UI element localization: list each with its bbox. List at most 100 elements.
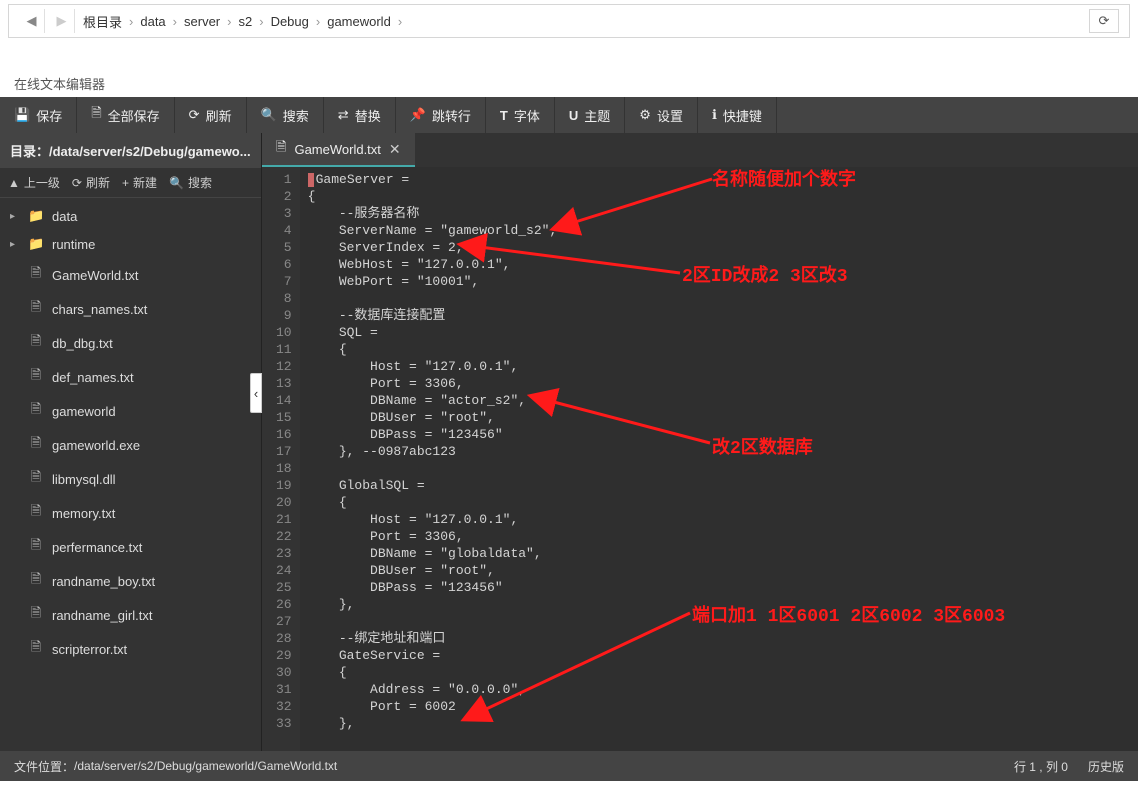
code-line[interactable]: }, <box>308 596 1138 613</box>
code-line[interactable]: ServerIndex = 2, <box>308 239 1138 256</box>
spacer <box>0 38 1138 66</box>
code-line[interactable]: { <box>308 494 1138 511</box>
item-label: runtime <box>52 237 95 252</box>
statusbar-history[interactable]: 历史版 <box>1088 758 1124 775</box>
up-icon: ▲ <box>8 176 20 190</box>
code-line[interactable]: { <box>308 188 1138 205</box>
file-item[interactable]: 🗎libmysql.dll <box>0 462 261 496</box>
tab-gameworld[interactable]: 🗎 GameWorld.txt ✕ <box>262 133 415 167</box>
code-line[interactable]: DBName = "actor_s2", <box>308 392 1138 409</box>
save-icon: 💾 <box>14 107 30 123</box>
breadcrumb-item[interactable]: data <box>136 14 169 29</box>
save-all-button[interactable]: 🗎全部保存 <box>77 97 174 133</box>
nav-back-button[interactable]: ◀ <box>19 9 45 33</box>
font-button[interactable]: T字体 <box>486 97 555 133</box>
goto-button[interactable]: 📌跳转行 <box>396 97 486 133</box>
page-subtitle: 在线文本编辑器 <box>0 66 1138 97</box>
code-line[interactable]: DBUser = "root", <box>308 562 1138 579</box>
sidebar-collapse-handle[interactable]: ‹ <box>250 373 262 413</box>
nav-fwd-button[interactable]: ▶ <box>49 9 75 33</box>
code-line[interactable]: DBName = "globaldata", <box>308 545 1138 562</box>
code-line[interactable]: WebPort = "10001", <box>308 273 1138 290</box>
editor-area: ‹ 🗎 GameWorld.txt ✕ 12345678910111213141… <box>262 133 1138 751</box>
file-icon: 🗎 <box>28 434 44 456</box>
sidebar-new-button[interactable]: +新建 <box>122 174 157 191</box>
breadcrumb-item[interactable]: 根目录 <box>79 12 126 31</box>
settings-button[interactable]: ⚙设置 <box>625 97 698 133</box>
code-editor[interactable]: 1234567891011121314151617181920212223242… <box>262 167 1138 751</box>
code-line[interactable]: GlobalSQL = <box>308 477 1138 494</box>
code-line[interactable] <box>308 290 1138 307</box>
code-line[interactable]: --服务器名称 <box>308 205 1138 222</box>
chevron-right-icon: › <box>395 14 405 29</box>
code-line[interactable]: DBUser = "root", <box>308 409 1138 426</box>
item-label: gameworld <box>52 404 116 419</box>
file-icon: 🗎 <box>28 264 44 286</box>
sidebar-title: 目录：/data/server/s2/Debug/gamewo... <box>0 133 261 168</box>
code-line[interactable]: }, --0987abc123 <box>308 443 1138 460</box>
breadcrumb-refresh-button[interactable]: ⟳ <box>1089 9 1119 33</box>
code-line[interactable]: { <box>308 664 1138 681</box>
code-line[interactable]: Port = 3306, <box>308 375 1138 392</box>
code-line[interactable]: GateService = <box>308 647 1138 664</box>
file-item[interactable]: 🗎db_dbg.txt <box>0 326 261 360</box>
code-line[interactable]: --数据库连接配置 <box>308 307 1138 324</box>
search-button[interactable]: 🔍搜索 <box>247 97 324 133</box>
save-all-icon: 🗎 <box>91 104 101 126</box>
code-line[interactable]: SQL = <box>308 324 1138 341</box>
line-gutter: 1234567891011121314151617181920212223242… <box>262 167 300 751</box>
code-line[interactable]: Host = "127.0.0.1", <box>308 511 1138 528</box>
item-label: data <box>52 209 77 224</box>
breadcrumb-item[interactable]: Debug <box>267 14 313 29</box>
code-line[interactable]: Address = "0.0.0.0", <box>308 681 1138 698</box>
folder-item[interactable]: ▸📁runtime <box>0 230 261 258</box>
sidebar-up-button[interactable]: ▲上一级 <box>8 174 60 191</box>
theme-button[interactable]: U主题 <box>555 97 625 133</box>
file-item[interactable]: 🗎gameworld.exe <box>0 428 261 462</box>
sidebar-toolbar: ▲上一级 ⟳刷新 +新建 🔍搜索 <box>0 168 261 198</box>
file-item[interactable]: 🗎def_names.txt <box>0 360 261 394</box>
file-item[interactable]: 🗎memory.txt <box>0 496 261 530</box>
code-content[interactable]: GameServer ={ --服务器名称 ServerName = "game… <box>300 167 1138 751</box>
file-item[interactable]: 🗎 randname_girl.txt <box>0 598 261 632</box>
file-item[interactable]: 🗎randname_boy.txt <box>0 564 261 598</box>
code-line[interactable]: DBPass = "123456" <box>308 579 1138 596</box>
close-icon[interactable]: ✕ <box>389 141 401 158</box>
code-line[interactable] <box>308 460 1138 477</box>
code-line[interactable]: Port = 3306, <box>308 528 1138 545</box>
item-label: memory.txt <box>52 506 115 521</box>
gear-icon: ⚙ <box>639 107 651 123</box>
file-item[interactable]: 🗎scripterror.txt <box>0 632 261 666</box>
code-line[interactable]: DBPass = "123456" <box>308 426 1138 443</box>
file-item[interactable]: 🗎GameWorld.txt <box>0 258 261 292</box>
breadcrumb-item[interactable]: gameworld <box>323 14 395 29</box>
code-line[interactable]: --绑定地址和端口 <box>308 630 1138 647</box>
breadcrumb-crumbs: 根目录›data›server›s2›Debug›gameworld› <box>79 12 1089 31</box>
replace-button[interactable]: ⇄替换 <box>324 97 396 133</box>
code-line[interactable]: Port = 6002 <box>308 698 1138 715</box>
item-label: chars_names.txt <box>52 302 147 317</box>
code-line[interactable] <box>308 613 1138 630</box>
code-line[interactable]: { <box>308 341 1138 358</box>
file-item[interactable]: 🗎gameworld <box>0 394 261 428</box>
sidebar-search-button[interactable]: 🔍搜索 <box>169 174 212 191</box>
folder-item[interactable]: ▸📁data <box>0 202 261 230</box>
file-icon: 🗎 <box>28 604 44 626</box>
refresh-button[interactable]: ⟳刷新 <box>175 97 247 133</box>
code-line[interactable]: }, <box>308 715 1138 732</box>
item-label: libmysql.dll <box>52 472 116 487</box>
font-icon: T <box>500 108 508 123</box>
save-button[interactable]: 💾保存 <box>0 97 77 133</box>
code-line[interactable]: GameServer = <box>308 171 1138 188</box>
code-line[interactable]: ServerName = "gameworld_s2", <box>308 222 1138 239</box>
code-line[interactable]: Host = "127.0.0.1", <box>308 358 1138 375</box>
shortcut-button[interactable]: ℹ快捷键 <box>698 97 777 133</box>
code-line[interactable]: WebHost = "127.0.0.1", <box>308 256 1138 273</box>
breadcrumb-item[interactable]: server <box>180 14 224 29</box>
file-item[interactable]: 🗎perfermance.txt <box>0 530 261 564</box>
sidebar-refresh-button[interactable]: ⟳刷新 <box>72 174 110 191</box>
item-label: randname_girl.txt <box>52 608 152 623</box>
breadcrumb-item[interactable]: s2 <box>234 14 256 29</box>
file-item[interactable]: 🗎chars_names.txt <box>0 292 261 326</box>
statusbar-path-label: 文件位置： <box>14 758 74 775</box>
